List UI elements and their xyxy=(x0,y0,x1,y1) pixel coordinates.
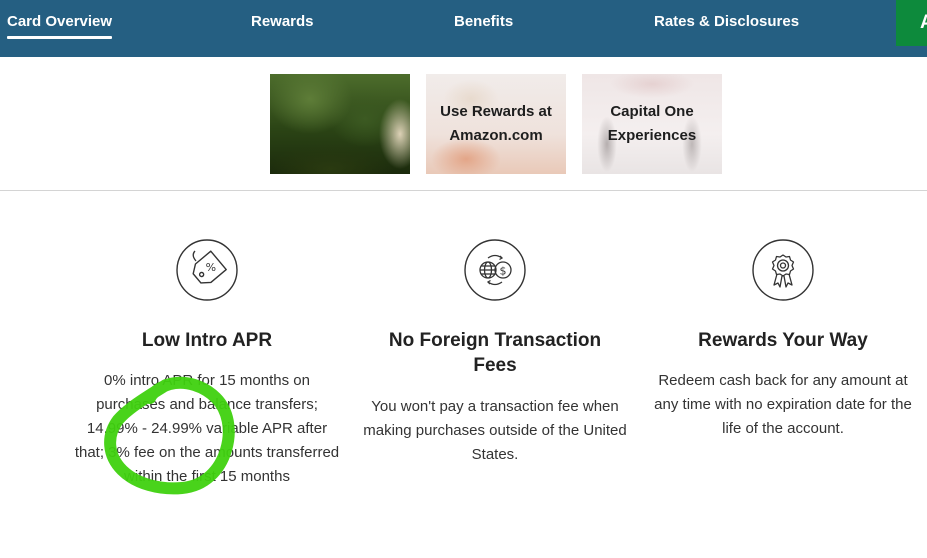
promo-tile-amazon-rewards[interactable]: Use Rewards at Amazon.com xyxy=(426,74,566,174)
card-overview-page: Card Overview Rewards Benefits Rates & D… xyxy=(0,0,927,558)
feature-body-low-intro-apr: 0% intro APR for 15 months on purchases … xyxy=(74,372,340,485)
feature-title-low-intro-apr: Low Intro APR xyxy=(141,330,273,351)
feature-title-rewards-your-way: Rewards Your Way xyxy=(698,330,868,351)
svg-text:$: $ xyxy=(500,265,507,278)
apply-now-button[interactable]: A xyxy=(896,0,927,46)
promo-tile-photo[interactable] xyxy=(270,74,410,174)
promo-tile-amazon-label: Use Rewards at Amazon.com xyxy=(440,103,552,144)
section-divider xyxy=(0,190,927,191)
promo-tile-experiences-label: Capital One Experiences xyxy=(607,103,697,144)
nav-tab-rates-disclosures[interactable]: Rates & Disclosures xyxy=(654,0,799,44)
price-tag-percent-icon: % xyxy=(176,239,238,301)
nav-tab-benefits[interactable]: Benefits xyxy=(454,0,513,44)
svg-text:%: % xyxy=(206,261,216,274)
feature-body-rewards-your-way: Redeem cash back for any amount at any t… xyxy=(654,372,912,437)
feature-body-no-foreign-transaction-fees: You won't pay a transaction fee when mak… xyxy=(363,398,627,463)
nav-tab-rewards[interactable]: Rewards xyxy=(251,0,314,44)
globe-dollar-exchange-icon: $ xyxy=(464,239,526,301)
promo-tile-capital-one-experiences[interactable]: Capital One Experiences xyxy=(582,74,722,174)
nav-tab-card-overview[interactable]: Card Overview xyxy=(7,0,113,44)
award-ribbon-icon xyxy=(752,239,814,301)
top-nav-bar: Card Overview Rewards Benefits Rates & D… xyxy=(0,0,927,57)
feature-title-no-foreign-transaction-fees: No Foreign Transaction Fees xyxy=(388,330,602,376)
